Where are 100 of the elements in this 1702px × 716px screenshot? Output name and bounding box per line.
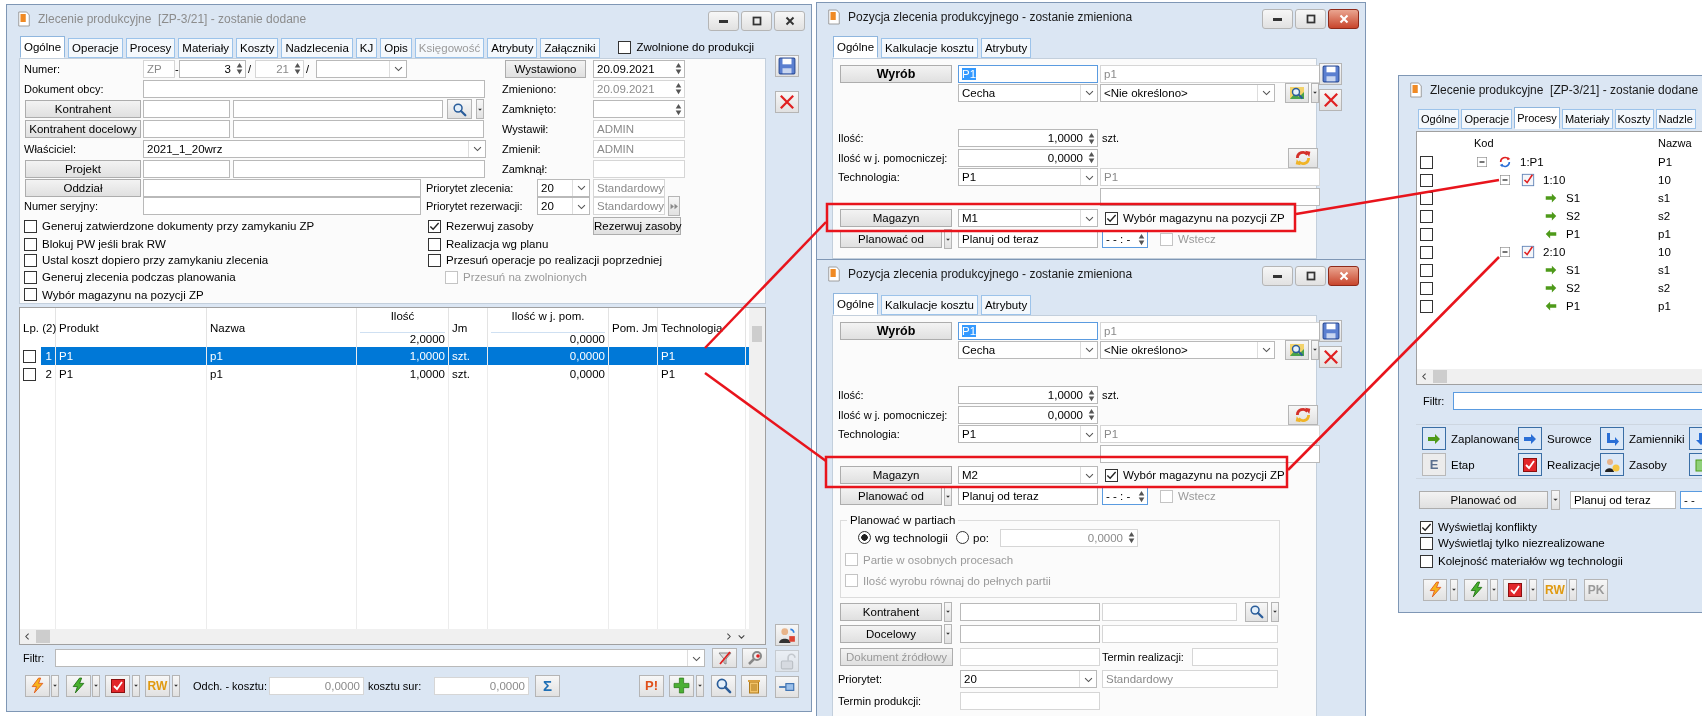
action-button[interactable]: Magazyn (840, 466, 952, 484)
scrollbar-thumb[interactable] (752, 326, 762, 342)
action-button[interactable]: Docelowy (840, 624, 942, 643)
tab[interactable]: Kalkulacje kosztu (881, 295, 978, 315)
radio-button[interactable]: wg technologii (858, 531, 953, 544)
dropdown-arrow-button[interactable] (944, 601, 952, 622)
tree-item[interactable]: 1:P1 (1520, 156, 1580, 168)
dropdown[interactable]: <Nie określono> (1100, 340, 1275, 359)
dropdown[interactable]: M2 (958, 466, 1098, 484)
action-button[interactable]: Planować od (1419, 490, 1548, 509)
image-search-button[interactable] (1285, 339, 1309, 360)
maximize-button[interactable] (1295, 9, 1326, 29)
tree-item[interactable]: S1 (1566, 264, 1626, 276)
dropdown[interactable]: Cecha (958, 340, 1098, 359)
collapse-button[interactable] (1500, 247, 1510, 257)
row-checkbox[interactable] (1420, 209, 1433, 223)
dropdown-arrow-button[interactable] (1551, 489, 1560, 510)
dropdown[interactable]: M1 (958, 209, 1098, 227)
legend-toggle[interactable]: Zamienniki (1600, 427, 1686, 450)
legend-toggle[interactable]: Zasoby (1600, 453, 1686, 476)
action-button[interactable]: Wyrób (840, 321, 952, 340)
filter-field[interactable] (1453, 391, 1702, 410)
checkbox[interactable]: Wybór magazynu na pozycji ZP (1105, 211, 1295, 225)
action-button[interactable]: Wyrób (840, 64, 952, 83)
save-button[interactable] (1319, 63, 1342, 85)
tree-item[interactable]: S2 (1566, 210, 1626, 222)
tree-item[interactable]: P1 (1566, 228, 1626, 240)
image-search-button[interactable] (1285, 82, 1309, 103)
action-button[interactable]: Magazyn (840, 209, 952, 227)
radio-button[interactable]: po: (956, 531, 996, 544)
minimize-button[interactable] (1262, 266, 1293, 286)
row-checkbox[interactable] (1420, 263, 1433, 277)
dropdown-arrow-button[interactable] (944, 229, 952, 249)
tree-item[interactable]: S2 (1566, 282, 1626, 294)
row-checkbox[interactable] (23, 367, 36, 381)
checkbox[interactable]: Wybór magazynu na pozycji ZP (1105, 468, 1295, 482)
refresh-button[interactable] (1288, 147, 1318, 168)
close-button[interactable] (1328, 9, 1359, 29)
checkbox[interactable]: Wyświetlaj tylko niezrealizowane (1420, 536, 1660, 550)
row-checkbox[interactable] (1420, 281, 1433, 295)
checkbox[interactable]: Wyświetlaj konflikty (1420, 520, 1660, 534)
maximize-button[interactable] (1295, 266, 1326, 286)
dropdown[interactable]: P1 (958, 425, 1098, 443)
dropdown-arrow-button[interactable] (1450, 578, 1458, 601)
row-checkbox[interactable] (1420, 245, 1433, 259)
collapse-button[interactable] (1477, 157, 1487, 167)
close-button[interactable] (1328, 266, 1359, 286)
spin-field[interactable]: 1,0000 (958, 386, 1098, 404)
dropdown-arrow-button[interactable] (944, 623, 952, 644)
dropdown[interactable]: Cecha (958, 83, 1098, 102)
cancel-button[interactable] (1319, 89, 1342, 111)
legend-toggle[interactable]: Surowce (1518, 427, 1598, 450)
row-checkbox[interactable] (1420, 155, 1433, 169)
tab[interactable]: Ogólne (1418, 109, 1460, 129)
row-checkbox[interactable] (23, 349, 36, 363)
row-checkbox[interactable] (1420, 227, 1433, 241)
dropdown-arrow-button[interactable] (1490, 578, 1498, 601)
dropdown-arrow-button[interactable] (944, 486, 952, 506)
checkmark-button[interactable] (1503, 578, 1527, 601)
tab[interactable]: Atrybuty (980, 295, 1032, 315)
dropdown[interactable]: P1 (958, 168, 1098, 186)
checkbox[interactable]: Kolejność materiałów wg technologii (1420, 554, 1660, 568)
tab[interactable]: Ogólne (833, 36, 879, 58)
refresh-button[interactable] (1288, 404, 1318, 425)
row-checkbox[interactable] (1420, 299, 1433, 313)
spin-field[interactable]: 1,0000 (958, 129, 1098, 147)
spin-field[interactable]: 0,0000 (958, 405, 1098, 424)
tab[interactable]: Ogólne (833, 293, 879, 315)
tree-item[interactable]: S1 (1566, 192, 1626, 204)
text-field[interactable] (960, 602, 1100, 621)
row-checkbox[interactable] (1420, 173, 1433, 187)
scrollbar[interactable] (1417, 369, 1702, 384)
lightning-button[interactable] (1423, 578, 1447, 601)
action-button[interactable]: Kontrahent (840, 602, 942, 621)
tab[interactable]: Koszty (1614, 109, 1654, 129)
dropdown[interactable]: <Nie określono> (1100, 83, 1275, 102)
text-field[interactable] (960, 624, 1100, 643)
tab[interactable]: Materiały (1561, 109, 1613, 129)
search-button[interactable] (1245, 601, 1268, 622)
text-field[interactable] (1100, 188, 1320, 206)
tree-item[interactable]: 1:10 (1543, 174, 1603, 186)
spin-field[interactable]: - - (1680, 490, 1702, 509)
tree-item[interactable]: 2:10 (1543, 246, 1603, 258)
tab[interactable]: Procesy (1514, 107, 1560, 129)
tree-item[interactable]: P1 (1566, 300, 1626, 312)
tab[interactable]: Atrybuty (980, 38, 1032, 58)
tab[interactable]: Operacje (1461, 109, 1513, 129)
tab[interactable]: Kalkulacje kosztu (881, 38, 978, 58)
tab[interactable]: Nadzle (1655, 109, 1696, 129)
collapse-button[interactable] (1500, 175, 1510, 185)
scrollbar-thumb[interactable] (36, 630, 50, 643)
dropdown[interactable]: 20 (960, 670, 1097, 688)
cancel-button[interactable] (1319, 346, 1342, 368)
text-field[interactable]: Planuj od teraz (1570, 490, 1676, 509)
lightning-button[interactable] (1464, 578, 1488, 601)
minimize-button[interactable] (1262, 9, 1293, 29)
scrollbar-thumb[interactable] (1433, 370, 1447, 383)
spin-field[interactable]: 0,0000 (958, 148, 1098, 167)
legend-toggle[interactable]: Realizacje (1518, 453, 1598, 476)
dropdown-arrow-button[interactable] (1569, 578, 1577, 601)
